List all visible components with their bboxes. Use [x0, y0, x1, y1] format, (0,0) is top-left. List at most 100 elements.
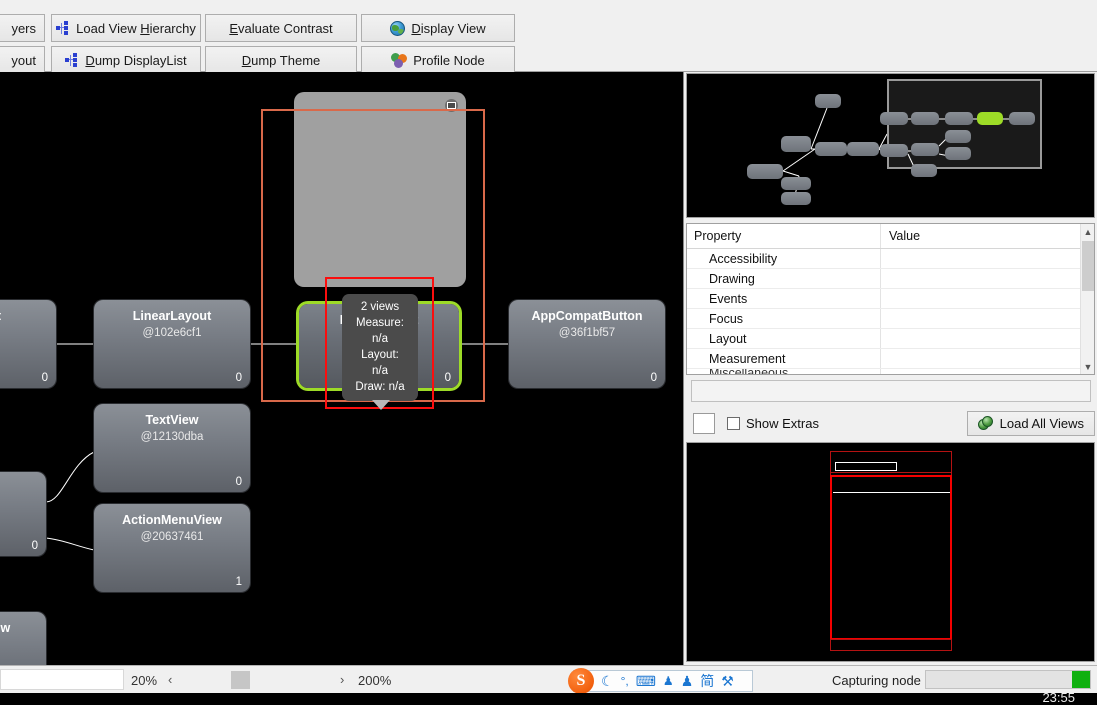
tree-icon	[65, 53, 79, 67]
node-count: 0	[235, 372, 242, 384]
hierarchy-graph-canvas[interactable]: t 0 LinearLayout @102e6cf1 0 LinearLayou…	[0, 72, 684, 665]
scrollbar-thumb[interactable]	[1082, 241, 1094, 291]
minimap-node	[781, 192, 811, 205]
node-title: LinearLayout	[132, 309, 212, 323]
minimap-node	[815, 94, 841, 108]
table-row[interactable]: Accessibility	[687, 249, 1094, 269]
capturing-node-label: Capturing node	[832, 673, 921, 688]
minimap-node	[911, 143, 939, 156]
minimap-node	[911, 112, 939, 125]
column-header-property: Property	[687, 224, 881, 248]
node-subtitle: @102e6cf1	[142, 327, 202, 339]
table-row[interactable]: Layout	[687, 329, 1094, 349]
node-count: 0	[31, 540, 38, 552]
property-name: Drawing	[687, 269, 881, 288]
table-row[interactable]: Drawing	[687, 269, 1094, 289]
node-subtitle: @12130dba	[140, 431, 204, 443]
load-all-views-button[interactable]: Load All Views	[966, 411, 1095, 436]
minimap-overview[interactable]	[686, 73, 1095, 218]
tools-icon[interactable]: ⚒	[721, 674, 734, 688]
minimap-node	[815, 142, 847, 156]
toolbar-button-layers[interactable]: yers	[0, 14, 45, 42]
show-extras-checkbox[interactable]	[727, 416, 740, 430]
status-text-input[interactable]	[0, 669, 124, 690]
property-name: Events	[687, 289, 881, 308]
graph-node-textview-12130dba[interactable]: TextView @12130dba 0	[94, 404, 250, 492]
graph-node-appcompatbutton-36f1bf57[interactable]: AppCompatButton @36f1bf57 0	[509, 300, 665, 388]
status-bar: 20% ‹ › 200% Capturing node	[0, 665, 1097, 693]
right-panel: Property Value Accessibility Drawing Eve…	[685, 72, 1097, 665]
property-detail-field[interactable]	[691, 380, 1091, 402]
show-extras-label: Show Extras	[746, 415, 819, 431]
zoom-increase-button[interactable]: ›	[340, 672, 344, 687]
toolbar-button-label: yout	[11, 52, 36, 68]
property-name: Miscellaneous	[687, 369, 881, 374]
minimap-node	[781, 136, 811, 152]
table-row[interactable]: Miscellaneous	[687, 369, 1094, 374]
graph-node-actionmenuview-20637461[interactable]: ActionMenuView @20637461 1	[94, 504, 250, 592]
node-title: TextView	[145, 413, 199, 427]
keyboard-icon[interactable]: ⌨	[636, 674, 656, 688]
moon-icon[interactable]: ☾	[601, 674, 614, 688]
skin-icon[interactable]: ♟	[681, 674, 694, 688]
node-subtitle: @36f1bf57	[558, 327, 616, 339]
graph-node[interactable]: tView bar	[0, 612, 46, 665]
chevron-down-icon[interactable]: ▼	[1081, 359, 1094, 374]
tooltip-measure: Measure: n/a	[356, 317, 404, 345]
property-table-scrollbar[interactable]: ▲ ▼	[1080, 224, 1094, 374]
tooltip-layout: Layout: n/a	[361, 349, 399, 377]
zoom-slider-track[interactable]	[182, 679, 336, 683]
color-swatch-button[interactable]	[693, 412, 715, 434]
graph-node[interactable]: t 0	[0, 300, 56, 388]
toolbar-button-label: Profile Node	[413, 52, 485, 68]
tooltip-arrow-icon	[372, 400, 390, 410]
minimap-node	[880, 144, 908, 157]
globe-stack-icon	[977, 416, 994, 431]
main-toolbar: yers yout Load View Hierarchy Dump Displ…	[0, 0, 1097, 74]
device-title-outline	[835, 462, 897, 471]
chevron-up-icon[interactable]: ▲	[1081, 224, 1094, 239]
property-table[interactable]: Property Value Accessibility Drawing Eve…	[686, 223, 1095, 375]
column-header-value: Value	[889, 229, 921, 243]
zoom-decrease-button[interactable]: ‹	[168, 672, 172, 687]
tree-icon	[56, 21, 70, 35]
node-count: 0	[235, 476, 242, 488]
progress-fill	[1071, 671, 1090, 688]
extras-toolbar: Show Extras Load All Views	[685, 409, 1097, 437]
table-row[interactable]: Events	[687, 289, 1094, 309]
dump-theme-button[interactable]: Dump Theme	[205, 46, 357, 74]
table-row[interactable]: Focus	[687, 309, 1094, 329]
taskbar-strip: 23:55	[0, 690, 1097, 705]
evaluate-contrast-button[interactable]: Evaluate Contrast	[205, 14, 357, 42]
toolbar-button-label: Evaluate Contrast	[229, 20, 333, 36]
property-name: Focus	[687, 309, 881, 328]
node-count: 1	[235, 576, 242, 588]
display-view-button[interactable]: Display View	[361, 14, 515, 42]
node-title: AppCompatButton	[531, 309, 643, 323]
graph-node[interactable]: 0	[0, 472, 46, 556]
node-title: t	[0, 309, 56, 323]
punctuation-icon[interactable]: °,	[621, 675, 629, 687]
toolbar-button-layout[interactable]: yout	[0, 46, 45, 74]
graph-node-linearlayout-102e6cf1[interactable]: LinearLayout @102e6cf1 0	[94, 300, 250, 388]
toolbar-button-label: yers	[11, 20, 36, 36]
toolbar-button-label: Dump DisplayList	[85, 52, 187, 68]
device-navbar-outline	[830, 639, 952, 651]
tooltip-views: 2 views	[360, 301, 400, 313]
device-preview-pane[interactable]	[686, 442, 1095, 662]
dump-displaylist-button[interactable]: Dump DisplayList	[51, 46, 201, 74]
load-view-hierarchy-button[interactable]: Load View Hierarchy	[51, 14, 201, 42]
sogou-logo-icon[interactable]: S	[568, 668, 594, 694]
minimap-node	[945, 147, 971, 160]
blobs-icon	[391, 52, 408, 68]
minimap-node	[747, 164, 783, 179]
minimap-node	[911, 164, 937, 177]
profile-node-button[interactable]: Profile Node	[361, 46, 515, 74]
table-row[interactable]: Measurement	[687, 349, 1094, 369]
user-icon[interactable]: ♟	[663, 675, 674, 687]
zoom-slider-thumb[interactable]	[231, 671, 250, 689]
ime-toolbar[interactable]: 中 ☾ °, ⌨ ♟ ♟ 简 ⚒	[573, 670, 753, 692]
simplified-chinese-icon[interactable]: 简	[700, 674, 714, 688]
zoom-max-label: 200%	[358, 673, 392, 688]
show-extras-checkbox-row[interactable]: Show Extras	[727, 416, 819, 431]
